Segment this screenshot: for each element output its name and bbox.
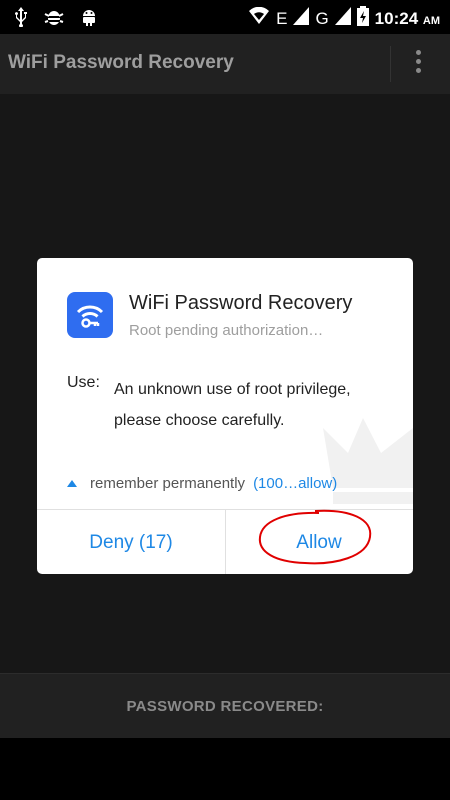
bottom-panel: PASSWORD RECOVERED: [0, 673, 450, 739]
expand-triangle-icon [67, 480, 77, 487]
dialog-app-name: WiFi Password Recovery [129, 292, 353, 314]
remember-label: remember permanently [90, 475, 246, 492]
wifi-signal-icon [248, 6, 270, 30]
use-description: An unknown use of root privilege, please… [114, 381, 351, 429]
overflow-menu-icon[interactable] [412, 50, 424, 80]
use-label: Use: [67, 374, 100, 391]
remember-duration-link[interactable]: (100…allow) [253, 475, 337, 492]
usb-icon [14, 7, 28, 32]
clock: 10:24 AM [374, 8, 440, 28]
android-icon [80, 7, 98, 32]
debug-bug-icon [44, 7, 64, 32]
allow-annotation-circle [258, 509, 372, 565]
network-type-g: G [315, 8, 329, 28]
password-recovered-label: PASSWORD RECOVERED: [126, 698, 324, 715]
cell-signal-2-icon [334, 7, 351, 30]
status-bar: E G 10:24 AM [0, 0, 450, 34]
root-permission-dialog: WiFi Password Recovery Root pending auth… [37, 258, 413, 574]
navigation-bar-area [0, 738, 450, 800]
remember-option[interactable]: remember permanently (100…allow) [67, 475, 337, 492]
dialog-subtitle: Root pending authorization… [129, 322, 324, 339]
network-type-e: E [276, 8, 288, 28]
wifi-key-app-icon [67, 292, 113, 338]
app-title: WiFi Password Recovery [8, 52, 234, 73]
deny-button[interactable]: Deny (17) [37, 510, 226, 574]
app-bar-divider [390, 46, 391, 82]
cell-signal-icon [293, 7, 310, 30]
app-bar: WiFi Password Recovery [0, 34, 450, 94]
battery-charging-icon [356, 6, 369, 31]
